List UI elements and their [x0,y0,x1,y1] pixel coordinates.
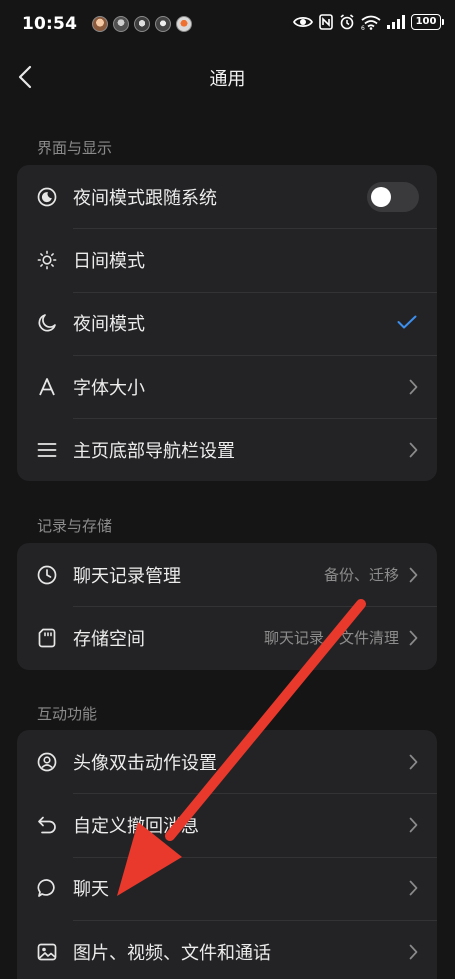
notification-app-icon [176,16,192,32]
clock-icon [37,565,57,585]
section-title-display: 界面与显示 [37,139,113,157]
setting-row-day-mode[interactable]: 日间模式 [17,228,437,291]
signal-icon [387,15,405,29]
avatar-icon [37,752,57,772]
battery-icon: 100 [411,14,444,30]
setting-row-custom-recall[interactable]: 自定义撤回消息 [17,793,437,856]
setting-label: 夜间模式跟随系统 [73,187,217,209]
chevron-right-icon [409,817,419,833]
setting-row-font-size[interactable]: 字体大小 [17,354,437,418]
settings-screen: 10:54 6 100 通用 界面与显示 夜间模式跟随系统 日间模式 夜间模式 … [0,0,455,979]
setting-row-night-mode[interactable]: 夜间模式 [17,291,437,355]
wifi-icon: 6 [361,15,381,30]
notification-icons [92,16,192,32]
chevron-right-icon [409,379,419,395]
card-storage: 聊天记录管理 备份、迁移 存储空间 聊天记录、文件清理 [17,543,437,670]
chevron-right-icon [409,630,419,646]
setting-label: 存储空间 [73,628,145,650]
setting-row-media-files-calls[interactable]: 图片、视频、文件和通话 [17,919,437,979]
section-title-interaction: 互动功能 [37,705,98,723]
moon-circle-icon [37,187,57,207]
sd-card-icon [37,628,57,648]
setting-value: 聊天记录、文件清理 [263,629,399,648]
font-icon [37,377,57,397]
setting-label: 主页底部导航栏设置 [73,440,235,462]
page-title: 通用 [209,69,246,90]
header: 通用 [0,52,455,102]
sun-icon [37,250,57,270]
setting-label: 夜间模式 [73,314,145,336]
setting-label: 字体大小 [73,377,145,399]
setting-row-chat-history[interactable]: 聊天记录管理 备份、迁移 [17,543,437,606]
status-time: 10:54 [22,14,78,34]
chevron-right-icon [409,944,419,960]
toggle-knob [371,186,391,207]
notification-app-icon [113,16,129,32]
setting-row-bottom-nav[interactable]: 主页底部导航栏设置 [17,418,437,481]
chevron-right-icon [409,754,419,770]
setting-label: 日间模式 [73,250,145,272]
setting-label: 头像双击动作设置 [73,752,217,774]
menu-icon [37,440,57,460]
chevron-right-icon [409,567,419,583]
setting-label: 自定义撤回消息 [73,815,199,837]
setting-label: 聊天 [73,879,109,901]
section-title-storage: 记录与存储 [37,517,113,535]
undo-icon [37,815,57,835]
setting-label: 图片、视频、文件和通话 [73,942,271,964]
notification-app-icon [92,16,108,32]
notification-app-icon [155,16,171,32]
moon-icon [37,313,57,333]
setting-label: 聊天记录管理 [73,565,181,587]
nfc-icon [319,14,333,30]
alarm-icon [340,14,354,30]
setting-value: 备份、迁移 [323,566,399,585]
chevron-right-icon [409,880,419,896]
image-icon [37,942,57,962]
night-follow-system-toggle[interactable] [367,181,419,212]
system-icons: 6 100 [293,14,444,30]
notification-app-icon [134,16,150,32]
svg-text:6: 6 [361,25,365,30]
setting-row-chat[interactable]: 聊天 [17,856,437,920]
setting-row-avatar-double-tap[interactable]: 头像双击动作设置 [17,730,437,793]
card-display: 夜间模式跟随系统 日间模式 夜间模式 字体大小 主页底部导航栏设置 [17,165,437,482]
battery-level: 100 [415,16,437,27]
chevron-right-icon [409,442,419,458]
checkmark-icon [397,314,417,333]
setting-row-night-follow-system[interactable]: 夜间模式跟随系统 [17,165,437,228]
eye-icon [293,16,313,28]
status-bar: 10:54 6 100 [0,0,455,52]
chat-bubble-icon [37,878,57,898]
setting-row-storage-space[interactable]: 存储空间 聊天记录、文件清理 [17,606,437,669]
card-interaction: 头像双击动作设置 自定义撤回消息 聊天 图片、视频、文件和通话 [17,730,437,979]
